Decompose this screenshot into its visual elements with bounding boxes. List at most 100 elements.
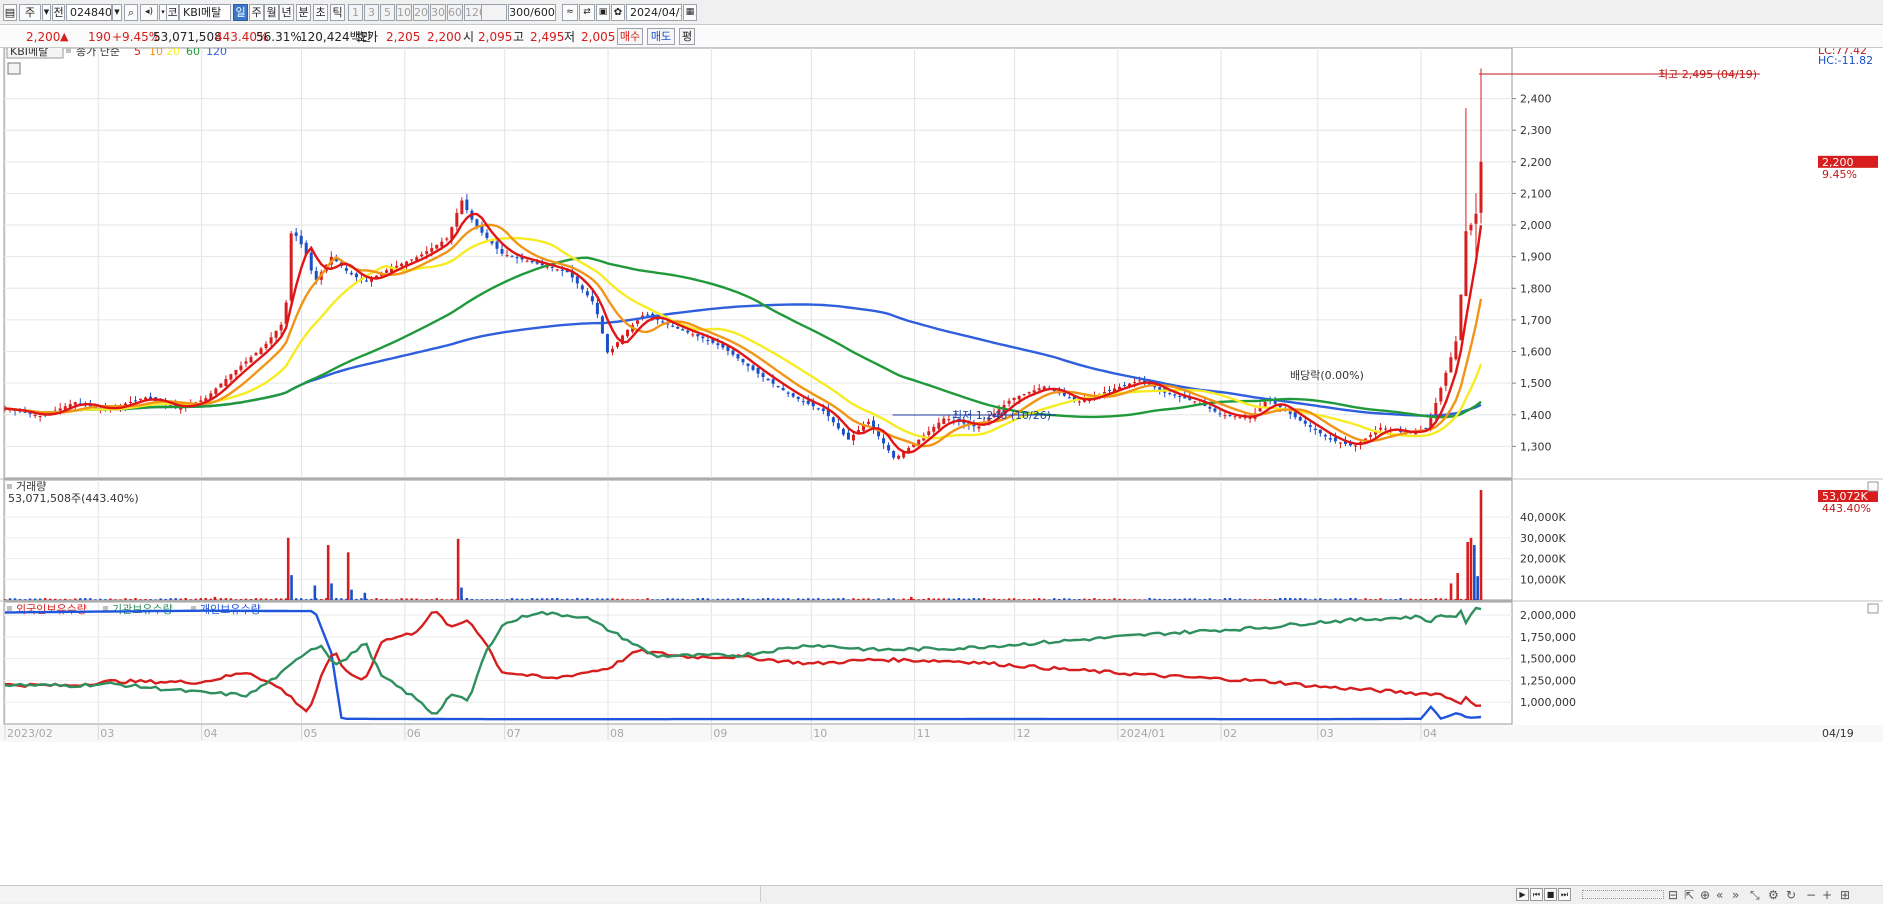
x-axis-band [0, 725, 1883, 742]
candle-body [841, 428, 845, 435]
interval-30-button[interactable]: 30 [430, 4, 446, 21]
volume-bar [1228, 597, 1232, 600]
volume-bar [867, 598, 870, 600]
candle-body [1288, 411, 1292, 414]
candle-body [701, 336, 705, 339]
bid-price: 2,200 [427, 30, 462, 44]
trend-icon[interactable]: ⤡ [1750, 888, 1760, 902]
volume-bar [370, 599, 373, 600]
volume-bar [932, 598, 935, 600]
volume-bar [1263, 599, 1267, 600]
speaker-icon[interactable]: ◂) [140, 4, 158, 21]
indicator-icon[interactable]: ⇄ [579, 4, 595, 21]
candle [605, 333, 609, 354]
interval-5-button[interactable]: 5 [380, 4, 395, 21]
volume-bar [706, 598, 710, 600]
volume-bar [1128, 599, 1131, 600]
last-page-icon[interactable]: ⏭ [1558, 888, 1571, 901]
calendar-icon[interactable]: ▦ [683, 4, 697, 21]
crosshair-icon[interactable]: ⊕ [1700, 888, 1710, 902]
legend-ma20: 20 [166, 48, 180, 58]
zoom-out-icon[interactable]: ⊟ [1668, 888, 1678, 902]
period-5-button[interactable]: 분 [296, 4, 311, 21]
interval-10-button[interactable]: 10 [396, 4, 412, 21]
volume-spike-bar [350, 589, 353, 600]
volume-bar [877, 598, 880, 600]
volume-bar [776, 598, 780, 600]
compare-icon[interactable]: ≈ [562, 4, 578, 21]
save-icon[interactable]: ▣ [596, 4, 610, 21]
candle-body [846, 432, 850, 440]
eval-button[interactable]: 평 [679, 28, 695, 45]
candle-body [937, 422, 941, 429]
refresh-icon[interactable]: ↻ [1786, 888, 1796, 902]
interval-1-button[interactable]: 1 [348, 4, 363, 21]
jeon-button[interactable]: 전 [52, 4, 65, 21]
period-4-button[interactable]: 년 [279, 4, 294, 21]
volume-bar [802, 598, 805, 600]
interval-3-button[interactable]: 3 [364, 4, 379, 21]
zoom-slider[interactable] [1582, 890, 1664, 899]
candle-body [224, 379, 228, 387]
volume-bar [982, 597, 986, 600]
zoom-in-icon[interactable]: ⊞ [1840, 888, 1850, 902]
candle-body [129, 401, 133, 403]
chevron-down-icon[interactable]: ▼ [42, 4, 51, 21]
stock-chart: 2023/02030405060708091011122024/01020304… [0, 48, 1883, 885]
scroll-right-icon[interactable]: ▶ [1516, 888, 1529, 901]
horizontal-scrollbar[interactable] [0, 886, 761, 902]
market-select[interactable]: 주 [19, 4, 41, 21]
candle-body [550, 266, 554, 268]
volume-bar [1022, 598, 1026, 600]
date-field[interactable]: 2024/04/19 [626, 4, 682, 21]
count-field[interactable]: 300/600 [508, 4, 556, 21]
code-dropdown-icon[interactable]: ▼ [112, 4, 122, 21]
low-label: 저 [564, 30, 576, 44]
candle [289, 231, 293, 304]
candle-body [1424, 427, 1428, 429]
candle-body [1032, 390, 1036, 393]
expand-icon[interactable]: ⇱ [1684, 888, 1694, 902]
legend-ma10: 10 [149, 48, 163, 58]
volume-bar [1289, 597, 1292, 600]
period-1-button[interactable]: 일 [233, 4, 248, 21]
volume-bar [1439, 598, 1443, 600]
volume-bar [415, 598, 418, 600]
add-icon[interactable]: + [1822, 888, 1832, 902]
volume-bar [1434, 598, 1438, 600]
stop-icon[interactable]: ■ [1544, 888, 1557, 901]
period-2-button[interactable]: 주 [249, 4, 264, 21]
chevron-right-icon[interactable]: » [1732, 888, 1739, 902]
volume-bar [1163, 599, 1166, 600]
buy-button[interactable]: 매수 [617, 28, 643, 45]
chevron-left-icon[interactable]: « [1716, 888, 1723, 902]
period-6-button[interactable]: 초 [313, 4, 328, 21]
period-7-button[interactable]: 틱 [330, 4, 345, 21]
candle-body [771, 379, 775, 384]
volume-bar [1394, 599, 1397, 600]
volume-bar [1354, 598, 1357, 600]
interval-120-button[interactable]: 120 [464, 4, 482, 21]
volume-bar [380, 599, 383, 600]
volume-bar [1103, 598, 1106, 600]
volume-bar [48, 598, 52, 600]
gear-icon[interactable]: ✿ [611, 4, 625, 21]
market-type-button[interactable]: 코 [166, 4, 179, 21]
candle-body [1218, 413, 1222, 415]
settings-icon[interactable]: ⚙ [1768, 888, 1779, 902]
holding-tick-label: 1,000,000 [1520, 696, 1576, 709]
first-page-icon[interactable]: ⏮ [1530, 888, 1543, 901]
candle-body [851, 434, 855, 441]
price-tick-label: 2,400 [1520, 93, 1552, 106]
sell-button[interactable]: 매도 [647, 28, 675, 45]
period-3-button[interactable]: 월 [264, 4, 279, 21]
volume-bar [606, 598, 609, 600]
interval-60-button[interactable]: 60 [447, 4, 463, 21]
interval-20-button[interactable]: 20 [413, 4, 429, 21]
code-input[interactable]: 024840 [66, 4, 112, 21]
search-icon[interactable]: ⌕ [124, 4, 138, 21]
stock-name-field[interactable]: KBI메탈 [179, 4, 231, 21]
volume-bar [1063, 598, 1066, 600]
minus-icon[interactable]: − [1806, 888, 1816, 902]
window-icon[interactable]: ▤ [3, 4, 17, 21]
